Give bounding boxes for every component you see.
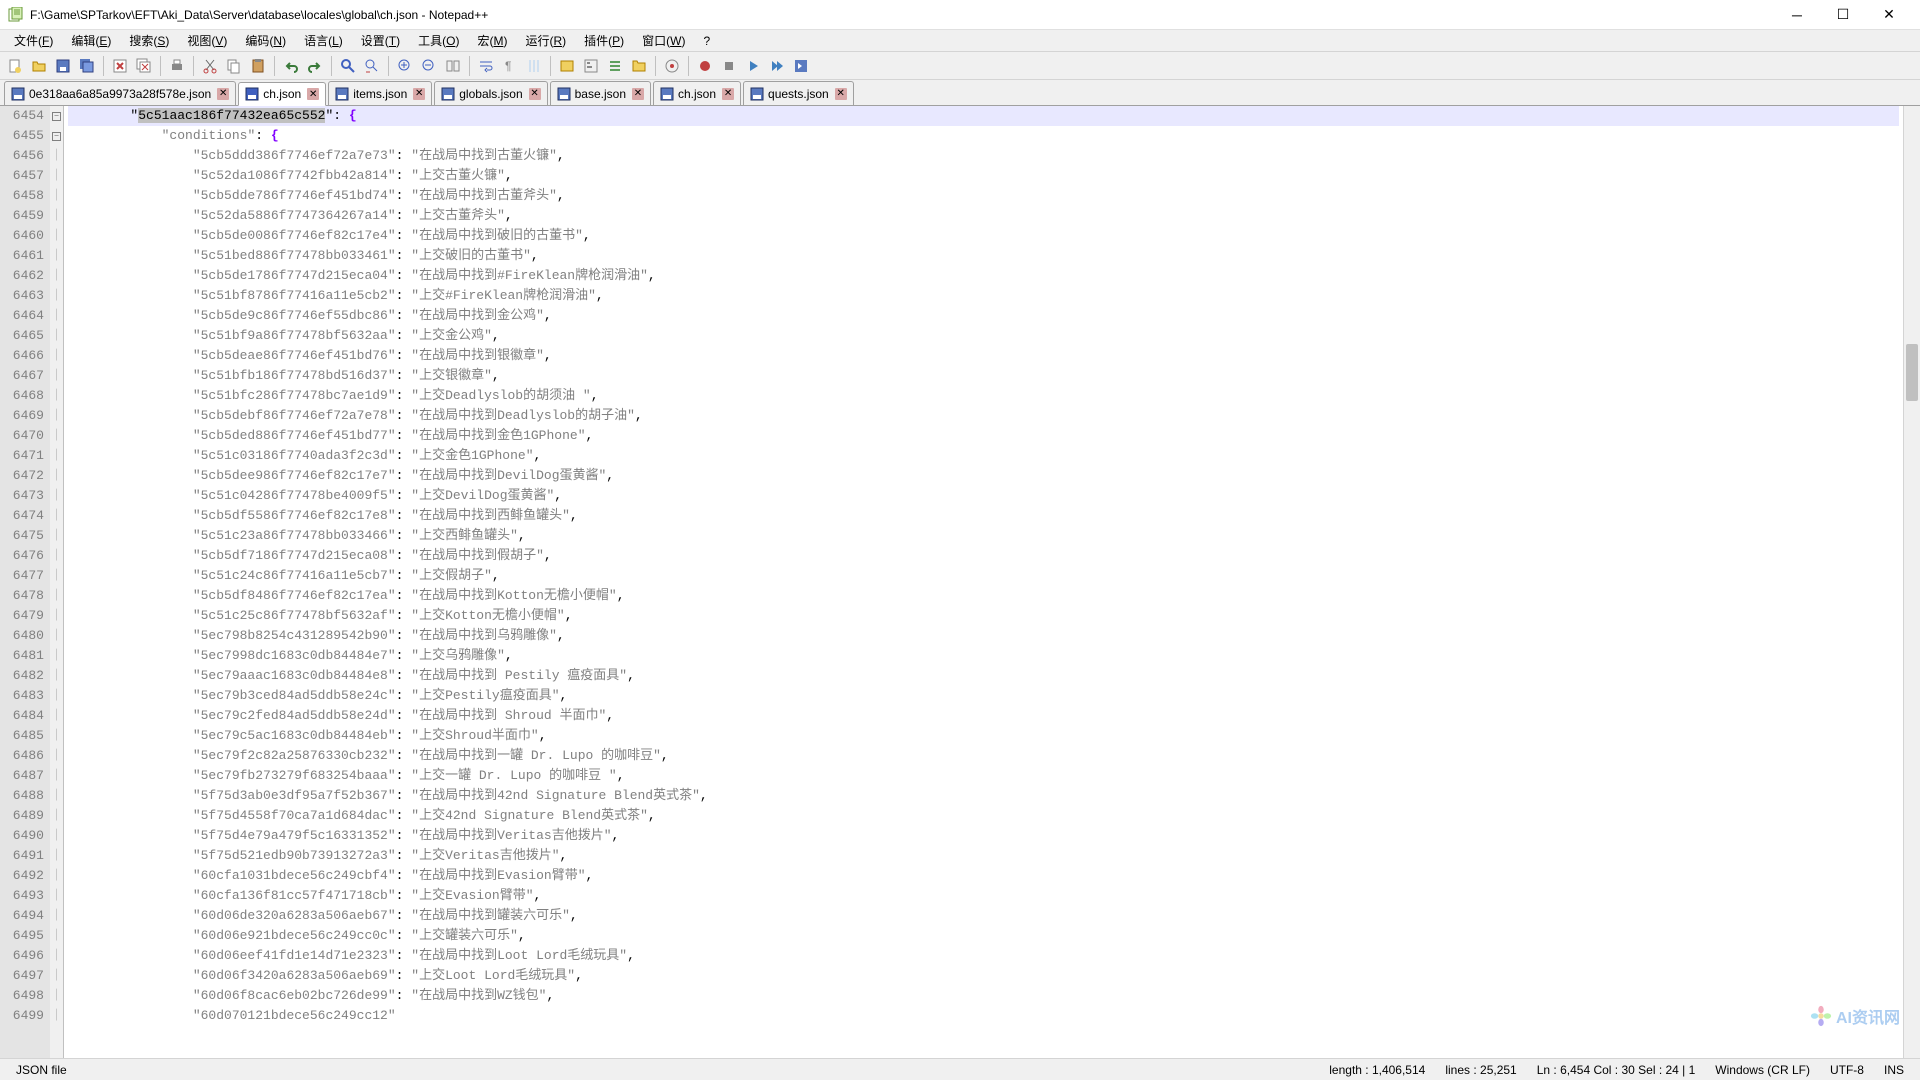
tab-close-icon[interactable]: ✕: [413, 88, 425, 100]
play-macro-icon[interactable]: [742, 55, 764, 77]
code-area[interactable]: "5c51aac186f77432ea65c552": { "condition…: [64, 106, 1903, 1058]
play-multi-icon[interactable]: [766, 55, 788, 77]
tab-label: globals.json: [459, 87, 522, 101]
save-all-icon[interactable]: [76, 55, 98, 77]
sync-scroll-icon[interactable]: [442, 55, 464, 77]
word-wrap-icon[interactable]: [475, 55, 497, 77]
file-icon: [335, 87, 349, 101]
status-eol: Windows (CR LF): [1705, 1063, 1820, 1077]
status-filetype: JSON file: [6, 1063, 1319, 1077]
editor[interactable]: 6454645564566457645864596460646164626463…: [0, 106, 1920, 1058]
menu-w[interactable]: 窗口(W): [634, 30, 693, 51]
menu-n[interactable]: 编码(N): [237, 30, 294, 51]
tab-close-icon[interactable]: ✕: [307, 88, 319, 100]
tab-label: ch.json: [678, 87, 716, 101]
window-controls: ─ ☐ ✕: [1774, 0, 1912, 30]
file-tab[interactable]: ch.json ✕: [238, 82, 326, 106]
tab-label: items.json: [353, 87, 407, 101]
close-file-icon[interactable]: [109, 55, 131, 77]
tab-bar: 0e318aa6a85a9973a28f578e.json✕ch.json✕it…: [0, 80, 1920, 106]
redo-icon[interactable]: [304, 55, 326, 77]
fold-gutter[interactable]: −−││││││││││││││││││││││││││││││││││││││…: [50, 106, 64, 1058]
save-macro-icon[interactable]: [790, 55, 812, 77]
file-tab[interactable]: globals.json ✕: [434, 81, 547, 105]
statusbar: JSON file length : 1,406,514 lines : 25,…: [0, 1058, 1920, 1080]
doc-map-icon[interactable]: [580, 55, 602, 77]
menu-v[interactable]: 视图(V): [179, 30, 235, 51]
print-icon[interactable]: [166, 55, 188, 77]
tab-label: ch.json: [263, 87, 301, 101]
find-icon[interactable]: [337, 55, 359, 77]
file-icon: [11, 87, 25, 101]
tab-close-icon[interactable]: ✕: [722, 88, 734, 100]
tab-label: quests.json: [768, 87, 829, 101]
line-number-gutter: 6454645564566457645864596460646164626463…: [0, 106, 50, 1058]
open-file-icon[interactable]: [28, 55, 50, 77]
vertical-scrollbar[interactable]: [1903, 106, 1920, 1058]
folder-tree-icon[interactable]: [628, 55, 650, 77]
status-lines: lines : 25,251: [1435, 1063, 1526, 1077]
tab-close-icon[interactable]: ✕: [529, 88, 541, 100]
zoom-in-icon[interactable]: [394, 55, 416, 77]
close-all-icon[interactable]: [133, 55, 155, 77]
new-file-icon[interactable]: [4, 55, 26, 77]
menu-t[interactable]: 设置(T): [353, 30, 408, 51]
language-btn-icon[interactable]: [556, 55, 578, 77]
status-length: length : 1,406,514: [1319, 1063, 1435, 1077]
app-icon: [8, 7, 24, 23]
indent-guide-icon[interactable]: [523, 55, 545, 77]
titlebar: F:\Game\SPTarkov\EFT\Aki_Data\Server\dat…: [0, 0, 1920, 30]
menu-r[interactable]: 运行(R): [517, 30, 574, 51]
zoom-out-icon[interactable]: [418, 55, 440, 77]
tab-close-icon[interactable]: ✕: [835, 88, 847, 100]
status-position: Ln : 6,454 Col : 30 Sel : 24 | 1: [1527, 1063, 1706, 1077]
file-tab[interactable]: ch.json ✕: [653, 81, 741, 105]
file-tab[interactable]: base.json ✕: [550, 81, 651, 105]
copy-icon[interactable]: [223, 55, 245, 77]
status-mode: INS: [1874, 1063, 1914, 1077]
menu-l[interactable]: 语言(L): [296, 30, 351, 51]
menubar: 文件(F)编辑(E)搜索(S)视图(V)编码(N)语言(L)设置(T)工具(O)…: [0, 30, 1920, 52]
tab-close-icon[interactable]: ✕: [217, 88, 229, 100]
menu-p[interactable]: 插件(P): [576, 30, 632, 51]
cut-icon[interactable]: [199, 55, 221, 77]
tab-label: 0e318aa6a85a9973a28f578e.json: [29, 87, 211, 101]
file-icon: [245, 87, 259, 101]
svg-text:¶: ¶: [505, 59, 511, 73]
toolbar: ¶: [0, 52, 1920, 80]
tab-close-icon[interactable]: ✕: [632, 88, 644, 100]
record-macro-icon[interactable]: [694, 55, 716, 77]
func-list-icon[interactable]: [604, 55, 626, 77]
tab-label: base.json: [575, 87, 626, 101]
stop-macro-icon[interactable]: [718, 55, 740, 77]
file-tab[interactable]: 0e318aa6a85a9973a28f578e.json ✕: [4, 81, 236, 105]
file-icon: [441, 87, 455, 101]
menu-o[interactable]: 工具(O): [410, 30, 467, 51]
undo-icon[interactable]: [280, 55, 302, 77]
file-tab[interactable]: items.json ✕: [328, 81, 432, 105]
menu-f[interactable]: 文件(F): [6, 30, 61, 51]
close-button[interactable]: ✕: [1866, 0, 1912, 30]
file-icon: [750, 87, 764, 101]
paste-icon[interactable]: [247, 55, 269, 77]
replace-icon[interactable]: [361, 55, 383, 77]
scroll-thumb[interactable]: [1906, 344, 1918, 401]
menu-help[interactable]: ?: [695, 32, 718, 50]
save-icon[interactable]: [52, 55, 74, 77]
menu-e[interactable]: 编辑(E): [63, 30, 119, 51]
menu-m[interactable]: 宏(M): [469, 30, 515, 51]
show-all-chars-icon[interactable]: ¶: [499, 55, 521, 77]
file-icon: [557, 87, 571, 101]
file-tab[interactable]: quests.json ✕: [743, 81, 854, 105]
monitoring-icon[interactable]: [661, 55, 683, 77]
status-encoding: UTF-8: [1820, 1063, 1874, 1077]
window-title: F:\Game\SPTarkov\EFT\Aki_Data\Server\dat…: [30, 8, 1774, 22]
menu-s[interactable]: 搜索(S): [121, 30, 177, 51]
file-icon: [660, 87, 674, 101]
maximize-button[interactable]: ☐: [1820, 0, 1866, 30]
minimize-button[interactable]: ─: [1774, 0, 1820, 30]
